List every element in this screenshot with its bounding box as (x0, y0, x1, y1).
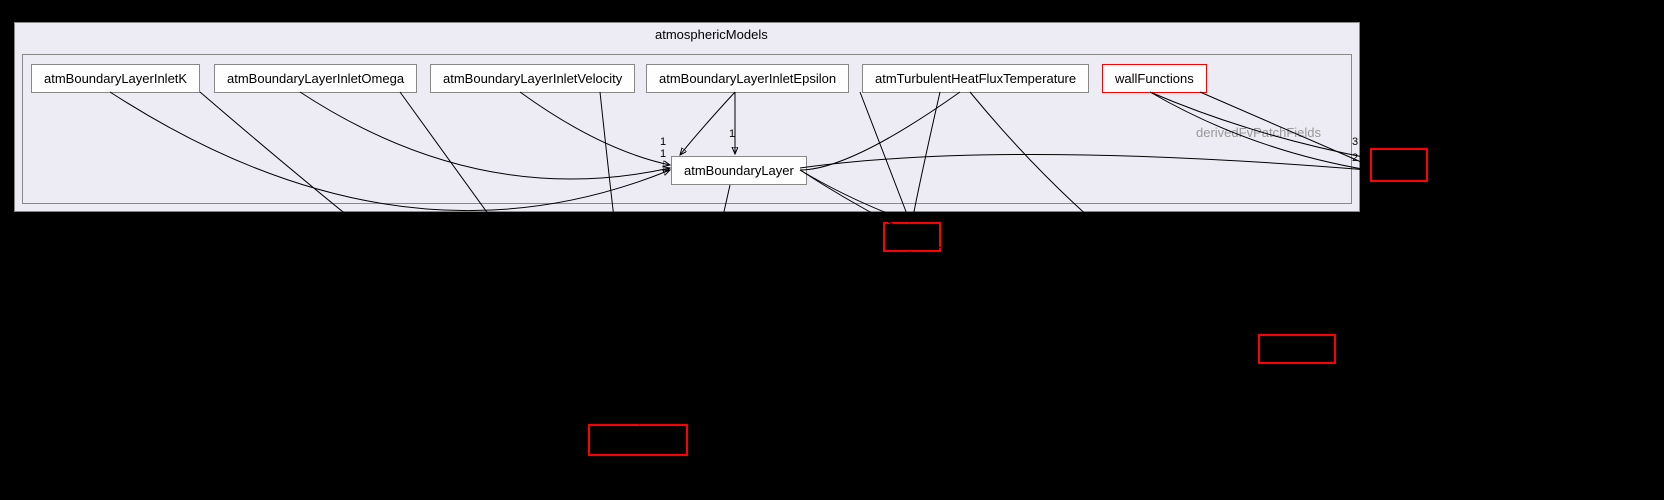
cluster-inner-label: derivedFvPatchFields (1196, 125, 1321, 140)
node-wallFunctions[interactable]: wallFunctions (1102, 64, 1207, 93)
node-label: atmBoundaryLayerInletK (44, 71, 187, 86)
edge-label-1: 1 (729, 128, 735, 140)
node-label: atmTurbulentHeatFluxTemperature (875, 71, 1076, 86)
redbox-3[interactable] (588, 424, 688, 456)
node-label: wallFunctions (1115, 71, 1194, 86)
redbox-4[interactable] (1370, 148, 1428, 182)
node-atmBoundaryLayerInletEpsilon[interactable]: atmBoundaryLayerInletEpsilon (646, 64, 849, 93)
node-atmBoundaryLayer[interactable]: atmBoundaryLayer (671, 156, 807, 185)
node-atmBoundaryLayerInletVelocity[interactable]: atmBoundaryLayerInletVelocity (430, 64, 635, 93)
cluster-outer-title[interactable]: atmosphericModels (655, 27, 768, 42)
node-atmBoundaryLayerInletK[interactable]: atmBoundaryLayerInletK (31, 64, 200, 93)
node-label: atmBoundaryLayer (684, 163, 794, 178)
node-atmTurbulentHeatFluxTemperature[interactable]: atmTurbulentHeatFluxTemperature (862, 64, 1089, 93)
node-label: atmBoundaryLayerInletEpsilon (659, 71, 836, 86)
redbox-1[interactable] (883, 222, 941, 252)
node-atmBoundaryLayerInletOmega[interactable]: atmBoundaryLayerInletOmega (214, 64, 417, 93)
node-label: atmBoundaryLayerInletVelocity (443, 71, 622, 86)
edge-label-4: 3 (1352, 136, 1358, 148)
edge-label-3: 1 (660, 148, 666, 160)
redbox-2[interactable] (1258, 334, 1336, 364)
edge-label-5: 2 (1352, 152, 1358, 164)
edge-label-2: 1 (660, 136, 666, 148)
node-label: atmBoundaryLayerInletOmega (227, 71, 404, 86)
